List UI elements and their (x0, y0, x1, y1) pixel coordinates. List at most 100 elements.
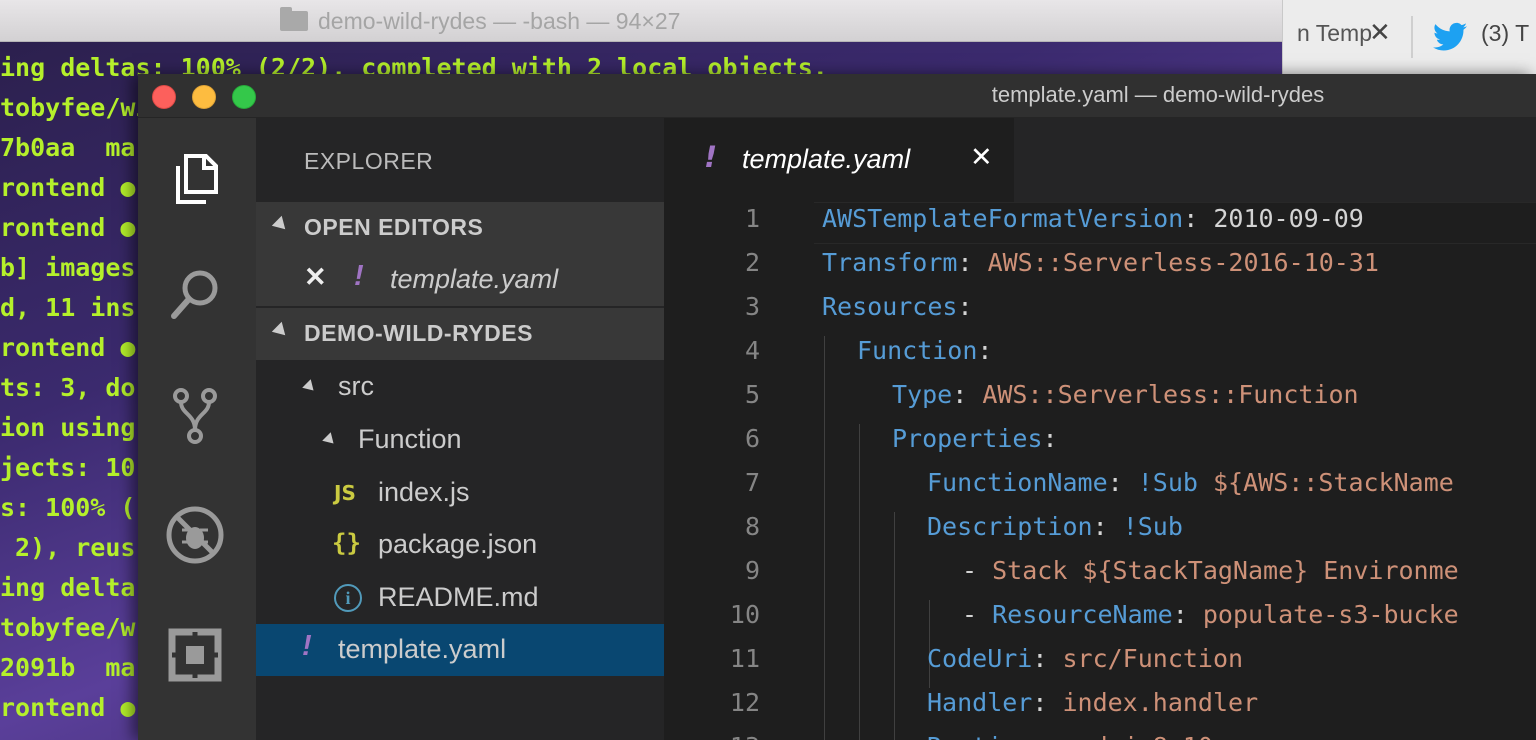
code-line: - Stack ${StackTagName} Environme (962, 556, 1459, 585)
open-editors-header[interactable]: OPEN EDITORS (256, 202, 664, 254)
twitter-tab-title[interactable]: (3) T (1481, 20, 1529, 47)
yaml-key: Resources (822, 292, 958, 321)
tree-folder-src[interactable]: src (256, 361, 664, 413)
yaml-icon: ! (704, 140, 718, 174)
yaml-tag: !Sub (1122, 512, 1183, 541)
editor-area: ! template.yaml ✕ 12345678910111213 AWST… (664, 118, 1536, 740)
line-number: 13 (664, 732, 760, 740)
yaml-value: src/Function (1062, 644, 1244, 673)
line-number: 10 (729, 600, 760, 629)
chevron-down-icon (322, 432, 338, 448)
tree-file-readme[interactable]: i README.md (256, 572, 664, 624)
code-editor[interactable]: 12345678910111213 AWSTemplateFormatVersi… (664, 202, 1536, 740)
line-number: 12 (729, 688, 760, 717)
yaml-separator: : (977, 336, 993, 365)
search-icon[interactable] (164, 264, 226, 326)
open-editor-item[interactable]: ✕ ! template.yaml (256, 254, 664, 306)
line-number: 7 (744, 468, 760, 497)
list-dash: - (962, 600, 993, 629)
code-line: AWSTemplateFormatVersion: 2010-09-09 (822, 204, 1364, 233)
yaml-key: Properties (892, 424, 1043, 453)
yaml-key: Type (892, 380, 953, 409)
tree-file-index-js[interactable]: JS index.js (256, 467, 664, 519)
chevron-down-icon (271, 321, 291, 341)
explorer-sidebar: EXPLORER OPEN EDITORS ✕ ! template.yaml … (256, 118, 664, 740)
explorer-title: EXPLORER (304, 148, 434, 174)
code-line: Resources: (822, 292, 973, 321)
editor-tab-bar: ! template.yaml ✕ (664, 118, 1536, 202)
code-line: FunctionName: !Sub ${AWS::StackName (927, 468, 1454, 497)
window-maximize-button[interactable] (232, 85, 256, 109)
code-line: Transform: AWS::Serverless-2016-10-31 (822, 248, 1379, 277)
line-number: 5 (744, 380, 760, 409)
code-line: Function: (857, 336, 992, 365)
debug-icon[interactable] (164, 504, 226, 566)
line-number: 11 (729, 644, 760, 673)
tree-file-template-yaml[interactable]: ! template.yaml (256, 624, 664, 676)
code-line: Type: AWS::Serverless::Function (892, 380, 1359, 409)
line-number: 2 (744, 248, 760, 277)
source-control-icon[interactable] (164, 384, 226, 446)
code-line: Properties: (892, 424, 1058, 453)
yaml-separator: : (1183, 204, 1214, 233)
yaml-key: AWSTemplateFormatVersion (822, 204, 1184, 233)
yaml-separator: : (957, 248, 988, 277)
yaml-key: Runtime (927, 732, 1032, 740)
yaml-icon: ! (354, 260, 364, 292)
line-number: 3 (744, 292, 760, 321)
tree-file-package-json[interactable]: {} package.json (256, 519, 664, 571)
tab-divider (1411, 16, 1413, 58)
yaml-key: ResourceName (992, 600, 1173, 629)
folder-icon (280, 7, 308, 31)
code-line: Runtime: nodejs8.10 (927, 732, 1213, 740)
activity-bar (138, 118, 256, 740)
terminal-titlebar[interactable]: demo-wild-rydes — -bash — 94×27 (0, 0, 1282, 42)
yaml-separator: : (1032, 732, 1062, 740)
yaml-key: Handler (927, 688, 1033, 717)
chevron-down-icon (271, 215, 291, 235)
line-number: 4 (744, 336, 760, 365)
window-title: template.yaml — demo-wild-rydes (991, 82, 1325, 107)
code-line: Description: !Sub (927, 512, 1183, 541)
list-dash: - (962, 556, 993, 585)
yaml-key: FunctionName (927, 468, 1108, 497)
browser-tab-title[interactable]: n Temp (1297, 20, 1372, 47)
yaml-icon: ! (302, 630, 312, 662)
vscode-titlebar[interactable]: template.yaml — demo-wild-rydes (138, 74, 1536, 118)
close-icon[interactable]: ✕ (970, 142, 993, 173)
yaml-separator: : (1032, 644, 1063, 673)
info-icon: i (334, 584, 362, 612)
yaml-separator: : (957, 292, 973, 321)
yaml-value: index.handler (1062, 688, 1259, 717)
yaml-key: Function (857, 336, 978, 365)
twitter-icon (1433, 22, 1467, 51)
yaml-value: AWS::Serverless-2016-10-31 (987, 248, 1379, 277)
tree-folder-function[interactable]: Function (256, 414, 664, 466)
line-number: 8 (744, 512, 760, 541)
yaml-value: Stack ${StackTagName} Environme (992, 556, 1459, 585)
close-icon[interactable]: ✕ (1369, 18, 1391, 48)
yaml-separator: : (1032, 688, 1063, 717)
terminal-title-text: demo-wild-rydes — -bash — 94×27 (318, 7, 681, 34)
line-number: 6 (744, 424, 760, 453)
close-icon[interactable]: ✕ (304, 262, 327, 293)
yaml-separator: : (1042, 424, 1058, 453)
code-line: CodeUri: src/Function (927, 644, 1243, 673)
yaml-separator: : (1107, 468, 1138, 497)
vscode-window: template.yaml — demo-wild-rydes EXPLORER… (138, 74, 1536, 740)
yaml-value: AWS::Serverless::Function (982, 380, 1359, 409)
yaml-value: populate-s3-bucke (1202, 600, 1459, 629)
window-minimize-button[interactable] (192, 85, 216, 109)
yaml-value: ${AWS::StackName (1197, 468, 1454, 497)
editor-tab-template-yaml[interactable]: ! template.yaml ✕ (664, 118, 1014, 202)
editor-tab-label: template.yaml (742, 144, 911, 174)
line-number: 9 (744, 556, 760, 585)
yaml-key: CodeUri (927, 644, 1033, 673)
yaml-key: Description (927, 512, 1093, 541)
window-close-button[interactable] (152, 85, 176, 109)
yaml-separator: : (1092, 512, 1123, 541)
terminal-title: demo-wild-rydes — -bash — 94×27 (280, 5, 680, 37)
project-header[interactable]: DEMO-WILD-RYDES (256, 308, 664, 360)
extensions-icon[interactable] (164, 624, 226, 686)
files-icon[interactable] (164, 148, 226, 210)
